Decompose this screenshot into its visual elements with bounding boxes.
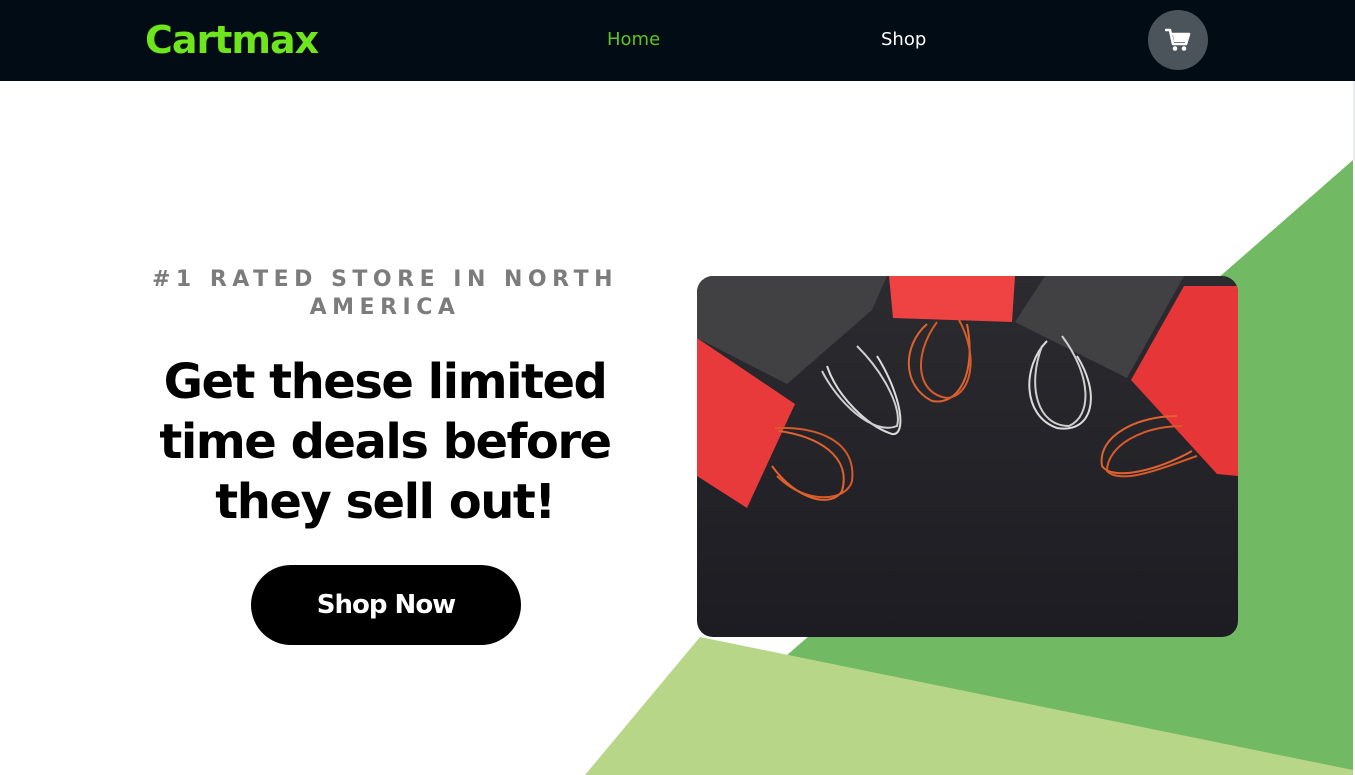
logo[interactable]: Cartmax [145, 16, 319, 64]
shopping-cart-icon [1165, 28, 1191, 51]
hero-image [697, 276, 1238, 637]
shopping-bags-photo [697, 276, 1238, 637]
hero-eyebrow: #1 RATED STORE IN NORTH AMERICA [151, 267, 619, 320]
hero-headline: Get these limited time deals before they… [159, 354, 612, 530]
navbar: Cartmax Home Shop [0, 0, 1355, 81]
nav-shop-link[interactable]: Shop [881, 28, 926, 52]
cart-button[interactable] [1148, 10, 1208, 70]
hero-text: #1 RATED STORE IN NORTH AMERICA Get thes… [150, 266, 620, 532]
nav-home-link[interactable]: Home [607, 28, 660, 52]
shop-now-button[interactable]: Shop Now [251, 565, 521, 645]
